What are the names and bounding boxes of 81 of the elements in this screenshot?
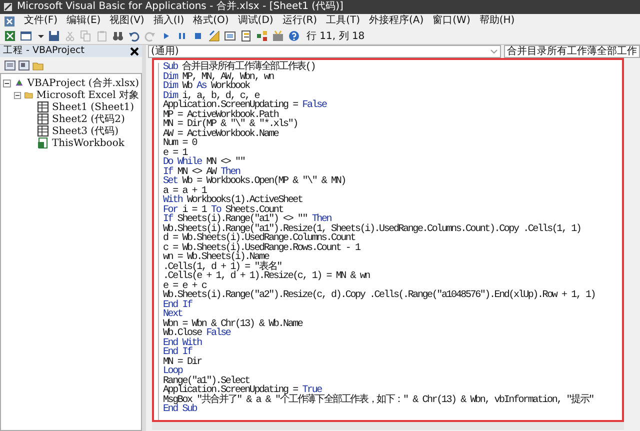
stop-icon[interactable] — [192, 30, 204, 42]
code-line: Wbn = Wbn & Chr(13) & Wb.Name — [163, 320, 304, 329]
collapse-icon[interactable] — [3, 78, 11, 88]
code-line: MsgBox "共合并了" & a & "个工作薄下全部工作表，如下：" & Chr(13) & Wbn, vbInformation, "提示" — [163, 396, 594, 405]
code-line: End With — [163, 338, 203, 348]
code-line: Loop — [163, 367, 183, 376]
menu-item[interactable]: 运行(R) — [282, 14, 318, 28]
code-line: End Sub — [163, 405, 198, 414]
form-icon[interactable] — [20, 30, 32, 42]
code-line: Dim i, a, b, d, c, e — [163, 92, 260, 101]
code-line: Set Wb = Workbooks.Open(MP & "\" & MN) — [163, 177, 346, 186]
code-line: End If — [163, 348, 192, 358]
object-browser-icon[interactable] — [256, 30, 268, 42]
code-line: MP = ActiveWorkbook.Path — [163, 110, 278, 120]
menu-item[interactable]: 视图(V) — [110, 14, 144, 28]
code-line: wn = Wb.Sheets(i).Name — [163, 253, 270, 262]
code-line: Dim Wb As Workbook — [163, 82, 250, 92]
window-title: Microsoft Visual Basic for Applications - 合并.xlsx - [Sheet1 (代码)] — [17, 0, 344, 14]
panel-title: 工程 - VBAProject — [3, 45, 84, 57]
code-line: Wb.Sheets(i).Range("a2").Resize(c, d).Copy .Cells(.Range("a1048576").End(xlUp).Row + 1, 1) — [163, 291, 596, 300]
menu-item[interactable]: 编辑(E) — [66, 14, 101, 28]
collapse-icon[interactable] — [14, 90, 21, 100]
code-line: Wb.Sheets(i).Range("a1").Resize(1, Sheets(i).UsedRange.Columns.Count).Copy .Cells(1, 1) — [163, 224, 582, 234]
code-line: e = 1 — [163, 148, 188, 158]
toolbox-icon[interactable] — [272, 30, 284, 42]
code-line: Next — [163, 310, 184, 320]
menu-item[interactable]: 格式(O) — [193, 14, 229, 28]
code-line: With Workbooks(1).ActiveSheet — [163, 196, 304, 206]
worksheet-icon — [37, 101, 49, 113]
view-code-icon[interactable] — [4, 60, 16, 70]
code-line: d = Wb.Sheets(i).UsedRange.Columns.Count — [163, 234, 356, 244]
code-line: e = e + c — [163, 282, 206, 291]
save-icon[interactable] — [48, 30, 60, 42]
menu-item[interactable]: 外接程序(A) — [369, 14, 424, 28]
pause-icon[interactable] — [176, 30, 188, 42]
cursor-position: 行 11, 列 18 — [306, 30, 365, 44]
menu-item[interactable]: 帮助(H) — [479, 14, 515, 28]
tree-item[interactable]: VBAProject (合并.xlsx) — [27, 78, 139, 88]
excel-icon[interactable] — [4, 30, 16, 42]
code-line: Wb.Close False — [163, 329, 231, 338]
help-icon[interactable] — [288, 30, 300, 42]
object-dropdown[interactable]: (通用) — [148, 45, 501, 58]
menu-item[interactable]: 插入(I) — [153, 14, 184, 28]
code-line: .Cells(e + 1, d + 1).Resize(c, 1) = MN & wn — [163, 272, 371, 282]
code-line: For i = 1 To Sheets.Count — [163, 206, 284, 215]
code-line: Num = 0 — [163, 139, 198, 148]
ruler-triangle-icon[interactable] — [208, 30, 220, 42]
tree-item[interactable]: Sheet3 (代码) — [52, 126, 118, 136]
code-line: AW = ActiveWorkbook.Name — [163, 130, 280, 139]
code-line: Application.ScreenUpdating = False — [163, 101, 328, 110]
tree-item[interactable]: ThisWorkbook — [52, 138, 124, 148]
tree-item[interactable]: Sheet1 (Sheet1) — [52, 102, 134, 112]
code-line: .Cells(1, d + 1) = "表名" — [163, 262, 282, 272]
binoculars-icon[interactable] — [112, 30, 124, 42]
code-line: a = a + 1 — [163, 186, 207, 196]
tree-item[interactable]: Sheet2 (代码2) — [52, 114, 125, 124]
code-line: Range("a1").Select — [163, 376, 250, 386]
code-line: Dim MP, MN, AW, Wbn, wn — [163, 72, 275, 82]
code-line: MN = Dir — [163, 358, 203, 367]
procedure-dropdown[interactable]: 合并目录所有工作薄全部工作 — [504, 45, 640, 58]
undo-icon[interactable] — [128, 30, 140, 42]
close-icon[interactable] — [130, 46, 139, 56]
menu-item[interactable]: 窗口(W) — [432, 14, 470, 28]
code-line: Do While MN <> "" — [163, 158, 246, 168]
tree-item[interactable]: Microsoft Excel 对象 — [36, 90, 139, 100]
code-line: MN = Dir(MP & "\" & "*.xls") — [163, 120, 298, 130]
code-line: End If — [163, 300, 194, 310]
properties-icon[interactable] — [240, 30, 252, 42]
project-explorer-icon[interactable] — [224, 30, 236, 42]
workbook-icon — [37, 137, 49, 149]
menu-item[interactable]: 工具(T) — [326, 14, 360, 28]
view-object-icon[interactable] — [18, 60, 30, 70]
code-line: Sub 合并目录所有工作薄全部工作表() — [163, 63, 316, 72]
excel-icon[interactable] — [4, 16, 15, 26]
menu-item[interactable]: 调试(D) — [238, 14, 274, 28]
worksheet-icon — [37, 113, 49, 125]
code-line: If Sheets(i).Range("a1") <> "" Then — [163, 215, 332, 224]
worksheet-icon — [37, 125, 49, 137]
code-line: If MN <> AW Then — [163, 168, 240, 177]
code-line: c = Wb.Sheets(i).UsedRange.Rows.Count - 1 — [163, 244, 362, 253]
menu-item[interactable]: 文件(F) — [24, 14, 58, 28]
